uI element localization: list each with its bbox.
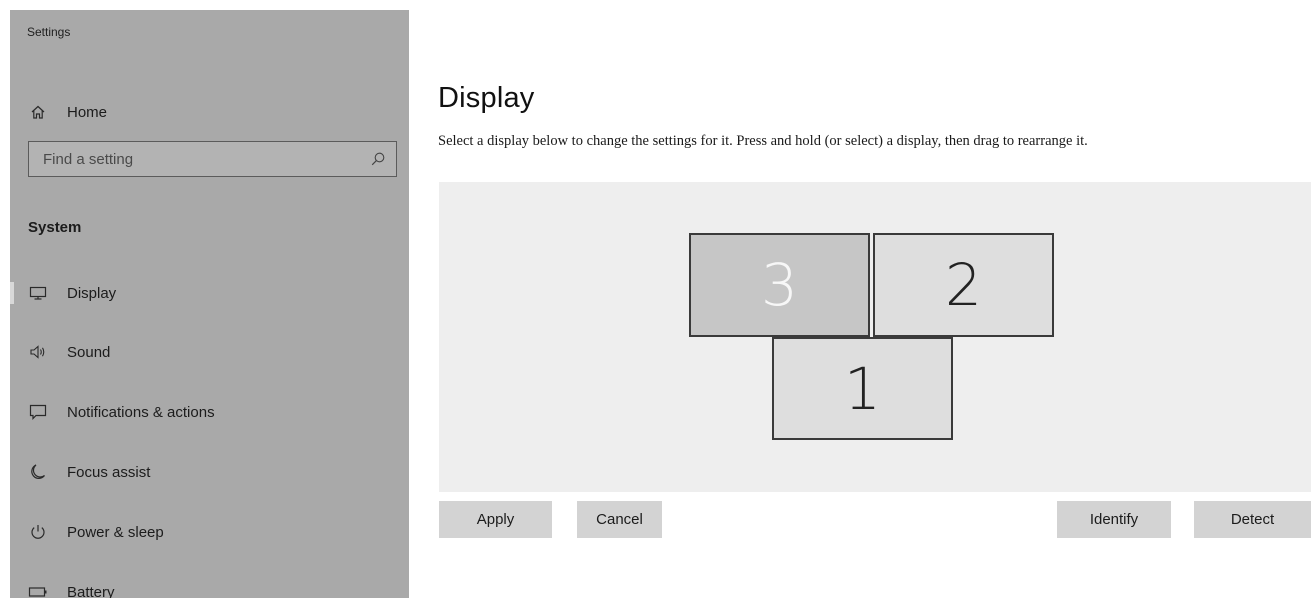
battery-icon — [28, 582, 48, 598]
sidebar-item-label: Focus assist — [67, 463, 151, 481]
detect-button[interactable]: Detect — [1194, 501, 1311, 538]
sidebar-item-sound[interactable]: Sound — [10, 332, 409, 372]
sidebar-item-home[interactable]: Home — [10, 92, 409, 132]
monitor-2[interactable]: 2 — [873, 233, 1054, 337]
sidebar-item-label: Display — [67, 284, 117, 302]
cancel-button[interactable]: Cancel — [577, 501, 662, 538]
moon-icon — [28, 462, 48, 482]
selected-indicator — [10, 282, 14, 304]
power-icon — [28, 522, 48, 542]
sidebar-item-focus-assist[interactable]: Focus assist — [10, 452, 409, 492]
sidebar-item-label: Battery — [67, 583, 115, 598]
sidebar-item-display[interactable]: Display — [10, 273, 409, 313]
sidebar-item-label: Home — [67, 103, 108, 121]
search-box — [28, 141, 397, 177]
sidebar-item-battery[interactable]: Battery — [10, 572, 409, 598]
apply-button[interactable]: Apply — [439, 501, 552, 538]
settings-window: Settings Home System Display — [0, 0, 1311, 598]
sidebar-item-label: Power & sleep — [67, 523, 164, 541]
speaker-icon — [28, 342, 48, 362]
identify-button[interactable]: Identify — [1057, 501, 1171, 538]
search-input[interactable] — [29, 142, 349, 176]
sidebar-item-label: Notifications & actions — [67, 403, 215, 421]
monitor-icon — [28, 283, 48, 303]
app-title: Settings — [27, 25, 71, 39]
sidebar-item-notifications[interactable]: Notifications & actions — [10, 392, 409, 432]
sidebar: Settings Home System Display — [10, 10, 409, 598]
monitor-number: 3 — [761, 251, 798, 319]
monitor-1[interactable]: 1 — [772, 337, 953, 440]
sidebar-item-power-sleep[interactable]: Power & sleep — [10, 512, 409, 552]
sidebar-item-label: Sound — [67, 343, 111, 361]
home-icon — [28, 102, 48, 122]
main-content: Display Select a display below to change… — [409, 0, 1311, 598]
section-header: System — [28, 219, 82, 236]
display-arrangement-area[interactable]: 3 2 1 — [439, 182, 1311, 492]
page-subtitle: Select a display below to change the set… — [438, 133, 1088, 149]
monitor-number: 2 — [945, 251, 982, 319]
monitor-3[interactable]: 3 — [689, 233, 870, 337]
page-title: Display — [438, 82, 535, 114]
monitor-number: 1 — [844, 354, 881, 423]
message-icon — [28, 402, 48, 422]
search-icon[interactable] — [370, 151, 386, 167]
